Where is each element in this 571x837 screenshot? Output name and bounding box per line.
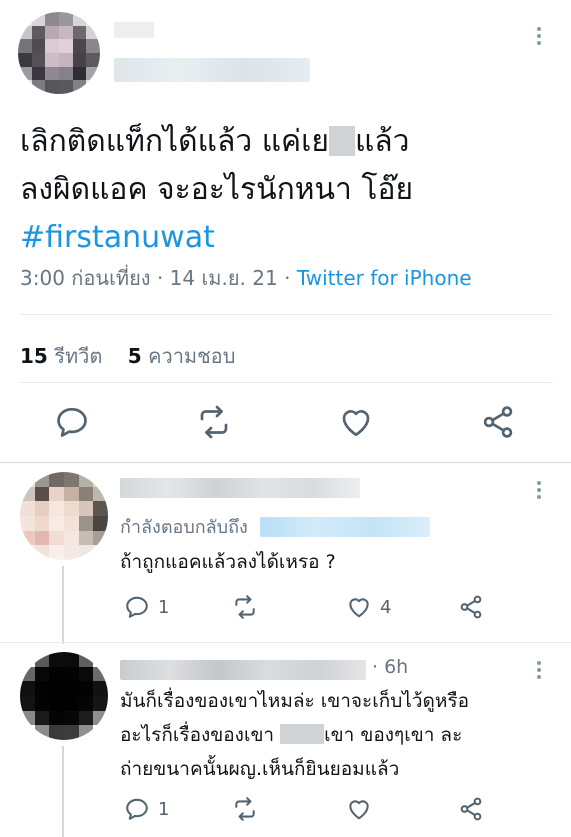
- display-name-blurred: [120, 660, 366, 680]
- tweet-actions: [20, 404, 553, 448]
- more-vertical-icon[interactable]: [532, 24, 546, 48]
- share-button[interactable]: [458, 794, 484, 824]
- thread-line: [62, 746, 64, 837]
- hashtag-link[interactable]: #firstanuwat: [20, 214, 555, 262]
- like-button[interactable]: 4: [346, 592, 391, 622]
- retweet-icon: [235, 595, 255, 619]
- tweet-text-line2: ลงผิดแอค จะอะไรนักหนา โอ๊ย: [20, 172, 414, 207]
- reply-icon: [126, 798, 148, 820]
- display-name-blurred: [114, 22, 154, 38]
- divider: [20, 314, 553, 315]
- retweet-icon[interactable]: [196, 404, 232, 440]
- censored-text: [280, 724, 325, 744]
- replying-to-handle-blurred[interactable]: [259, 517, 430, 537]
- more-vertical-icon[interactable]: [532, 478, 546, 502]
- username-blurred: [114, 58, 310, 82]
- share-button[interactable]: [458, 592, 484, 622]
- reply-actions: 1 4: [120, 592, 553, 622]
- display-name-blurred: [120, 478, 360, 498]
- likes-stat[interactable]: 5 ความชอบ: [128, 344, 236, 368]
- tweet-time[interactable]: 3:00 ก่อนเที่ยง: [20, 266, 151, 290]
- reply-text: ถ้าถูกแอคแล้วลงได้เหรอ ?: [120, 551, 336, 573]
- reply-button[interactable]: 1: [124, 794, 169, 824]
- like-button[interactable]: [346, 794, 372, 824]
- heart-icon[interactable]: [338, 404, 374, 440]
- reply-icon[interactable]: [54, 404, 90, 440]
- divider: [20, 382, 553, 383]
- share-icon[interactable]: [480, 404, 516, 440]
- reply-actions: 1: [120, 794, 553, 824]
- censored-text: [328, 126, 355, 156]
- section-separator: [0, 462, 571, 463]
- reply-text: มันก็เรื่องของเขาไหมล่ะ เขาจะเก็บไว้ดูหร…: [120, 690, 469, 780]
- heart-icon: [349, 800, 369, 820]
- replying-to: กำลังตอบกลับถึง: [120, 512, 430, 541]
- retweet-button[interactable]: [232, 592, 258, 622]
- tweet-stats: 15 รีทวีต 5 ความชอบ: [20, 340, 235, 372]
- share-icon: [460, 595, 482, 619]
- avatar[interactable]: [20, 652, 108, 740]
- avatar[interactable]: [18, 12, 100, 94]
- tweet-meta: 3:00 ก่อนเที่ยง · 14 เม.ย. 21 · Twitter …: [20, 266, 472, 290]
- share-icon: [460, 797, 482, 821]
- retweet-icon: [235, 797, 255, 821]
- reply-button[interactable]: 1: [124, 592, 169, 622]
- reply-time[interactable]: · 6h: [372, 656, 408, 678]
- tweet-source-link[interactable]: Twitter for iPhone: [297, 266, 472, 290]
- divider: [0, 642, 571, 643]
- tweet-text: เลิกติดแท็กได้แล้ว แค่เย แล้ว ลงผิดแอค จะ…: [20, 118, 555, 262]
- tweet-date[interactable]: 14 เม.ย. 21: [170, 266, 278, 290]
- avatar[interactable]: [20, 472, 108, 560]
- heart-icon: [349, 598, 369, 618]
- reply-icon: [126, 596, 148, 618]
- thread-line: [62, 566, 64, 644]
- retweets-stat[interactable]: 15 รีทวีต: [20, 344, 102, 368]
- more-vertical-icon[interactable]: [532, 658, 546, 682]
- retweet-button[interactable]: [232, 794, 258, 824]
